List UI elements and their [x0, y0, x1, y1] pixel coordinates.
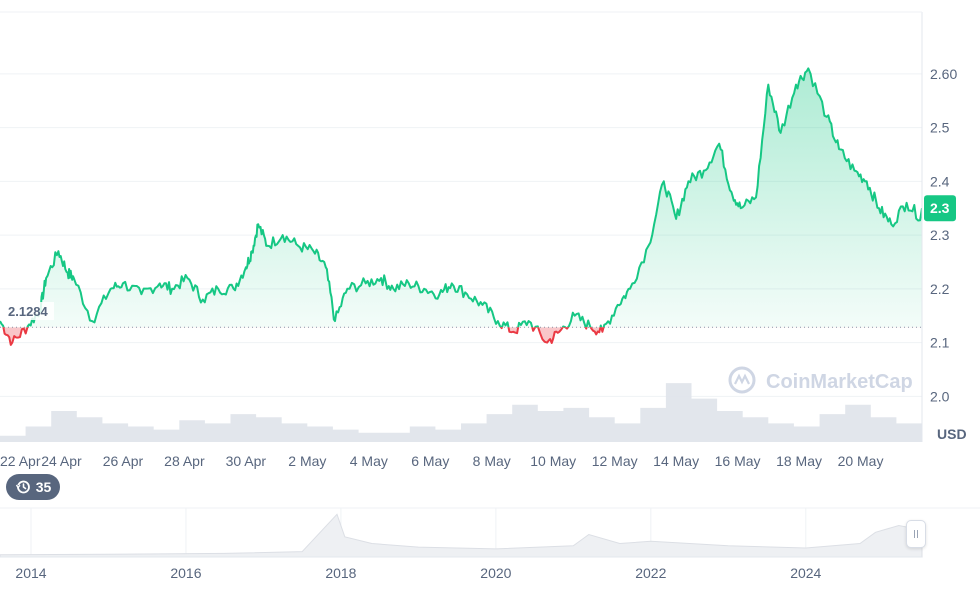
navigator-tick-label: 2018: [325, 565, 356, 581]
x-tick-label: 14 May: [653, 453, 699, 469]
y-tick-label: 2.4: [930, 173, 950, 189]
x-tick-label: 12 May: [592, 453, 638, 469]
y-tick-label: 2.1: [930, 335, 950, 351]
events-count: 35: [35, 479, 52, 495]
currency-label: USD: [937, 426, 967, 442]
price-area: [0, 68, 922, 345]
y-tick-label: 2.0: [930, 388, 950, 404]
y-tick-label: 2.5: [930, 120, 950, 136]
events-toggle-button[interactable]: 35: [6, 474, 60, 500]
navigator-tick-label: 2024: [790, 565, 821, 581]
x-tick-label: 16 May: [715, 453, 761, 469]
navigator-tick-label: 2016: [170, 565, 201, 581]
navigator-range-handle[interactable]: [906, 520, 926, 548]
y-axis: 2.60 2.5 2.4 2.3 2.2 2.1 2.0: [930, 66, 957, 405]
x-tick-label: 6 May: [411, 453, 449, 469]
navigator-x-axis: 2014 2016 2018 2020 2022 2024: [15, 565, 821, 581]
x-tick-label: 18 May: [776, 453, 822, 469]
navigator-tick-label: 2014: [15, 565, 46, 581]
y-tick-label: 2.2: [930, 281, 950, 297]
y-tick-label: 2.3: [930, 227, 950, 243]
navigator-tick-label: 2020: [480, 565, 511, 581]
x-tick-label: 8 May: [473, 453, 511, 469]
svg-text:CoinMarketCap: CoinMarketCap: [766, 371, 913, 393]
x-tick-label: 4 May: [350, 453, 388, 469]
x-tick-label: 2 May: [288, 453, 326, 469]
svg-text:2.1284: 2.1284: [8, 304, 49, 319]
x-axis: 22 Apr 24 Apr 26 Apr 28 Apr 30 Apr 2 May 4 May…: [0, 453, 883, 469]
x-tick-label: 30 Apr: [226, 453, 267, 469]
x-tick-label: 24 Apr: [41, 453, 82, 469]
y-tick-label: 2.60: [930, 66, 957, 82]
price-badge: 2.3: [924, 195, 956, 222]
baseline-label: 2.1284: [2, 302, 54, 320]
x-tick-label: 28 Apr: [164, 453, 205, 469]
x-tick-label: 26 Apr: [103, 453, 144, 469]
navigator-tick-label: 2022: [635, 565, 666, 581]
navigator[interactable]: 2014 2016 2018 2020 2022 2024: [0, 507, 980, 581]
x-tick-label: 20 May: [838, 453, 884, 469]
up-area: [0, 68, 922, 328]
price-chart[interactable]: 2.1284 CoinMarketCap 2.60 2.5 2.4 2.3 2.2 2.1…: [0, 0, 980, 600]
x-tick-label: 10 May: [530, 453, 576, 469]
coinmarketcap-watermark: CoinMarketCap: [728, 366, 913, 394]
history-icon: [15, 480, 30, 494]
svg-text:2.3: 2.3: [930, 200, 950, 216]
x-tick-label: 22 Apr: [0, 453, 41, 469]
